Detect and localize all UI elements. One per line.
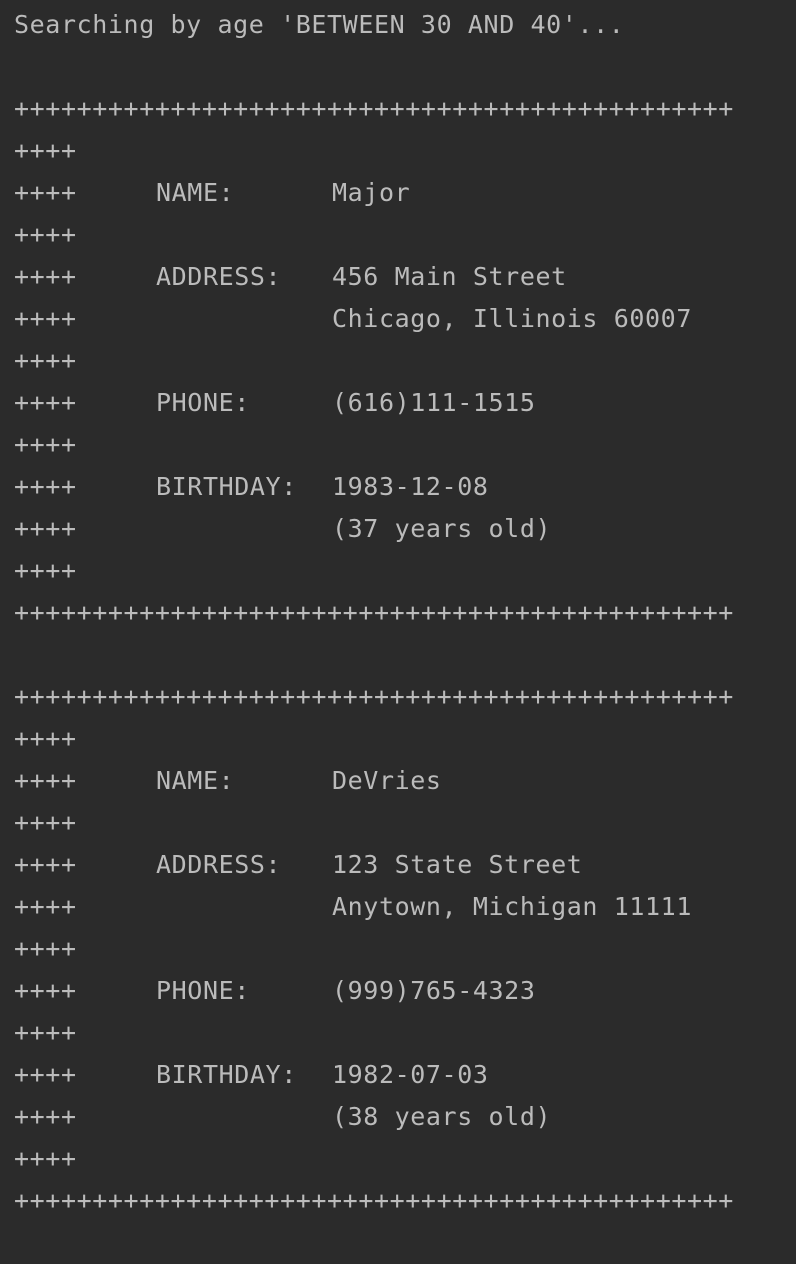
line-prefix: ++++: [14, 262, 77, 291]
phone-value: (999)765-4323: [332, 976, 536, 1005]
line-prefix: ++++: [14, 1144, 77, 1173]
phone-value: (616)111-1515: [332, 388, 536, 417]
address-label: ADDRESS:: [156, 850, 282, 879]
birthday-label: BIRTHDAY:: [156, 1060, 297, 1089]
search-status-line: Searching by age 'BETWEEN 30 AND 40'...: [14, 10, 625, 39]
line-prefix: ++++: [14, 976, 77, 1005]
age-value: (38 years old): [332, 1102, 552, 1131]
name-label: NAME:: [156, 178, 235, 207]
name-label: NAME:: [156, 766, 235, 795]
record-address-line2: ++++ Anytown, Michigan 11111: [14, 886, 691, 928]
record-border-bottom: ++++++++++++++++++++++++++++++++++++++++…: [14, 1186, 734, 1215]
line-prefix: ++++: [14, 1102, 77, 1131]
line-prefix: ++++: [14, 1018, 77, 1047]
phone-label: PHONE:: [156, 976, 250, 1005]
line-prefix: ++++: [14, 514, 77, 543]
phone-label: PHONE:: [156, 388, 250, 417]
line-prefix: ++++: [14, 178, 77, 207]
line-prefix: ++++: [14, 556, 77, 585]
address-line1-value: 456 Main Street: [332, 262, 567, 291]
record-age-line: ++++ (38 years old): [14, 1096, 551, 1138]
name-value: Major: [332, 178, 411, 207]
record-phone-line: ++++ PHONE: (616)111-1515: [14, 382, 535, 424]
address-line2-value: Anytown, Michigan 11111: [332, 892, 692, 921]
address-line2-value: Chicago, Illinois 60007: [332, 304, 692, 333]
record-name-line: ++++ NAME: DeVries: [14, 760, 441, 802]
record-address-line: ++++ ADDRESS: 456 Main Street: [14, 256, 566, 298]
record-address-line2: ++++ Chicago, Illinois 60007: [14, 298, 691, 340]
age-value: (37 years old): [332, 514, 552, 543]
record-name-line: ++++ NAME: Major: [14, 172, 410, 214]
record-address-line: ++++ ADDRESS: 123 State Street: [14, 844, 582, 886]
line-prefix: ++++: [14, 766, 77, 795]
line-prefix: ++++: [14, 388, 77, 417]
address-label: ADDRESS:: [156, 262, 282, 291]
line-prefix: ++++: [14, 304, 77, 333]
line-prefix: ++++: [14, 808, 77, 837]
console-output[interactable]: Searching by age 'BETWEEN 30 AND 40'... …: [0, 0, 796, 1232]
line-prefix: ++++: [14, 220, 77, 249]
record-birthday-line: ++++ BIRTHDAY: 1982-07-03: [14, 1054, 488, 1096]
line-prefix: ++++: [14, 892, 77, 921]
line-prefix: ++++: [14, 472, 77, 501]
address-line1-value: 123 State Street: [332, 850, 583, 879]
line-prefix: ++++: [14, 1060, 77, 1089]
birthday-label: BIRTHDAY:: [156, 472, 297, 501]
line-prefix: ++++: [14, 430, 77, 459]
line-prefix: ++++: [14, 346, 77, 375]
record-age-line: ++++ (37 years old): [14, 508, 551, 550]
name-value: DeVries: [332, 766, 442, 795]
line-prefix: ++++: [14, 136, 77, 165]
record-border-top: ++++++++++++++++++++++++++++++++++++++++…: [14, 682, 734, 711]
record-border-bottom: ++++++++++++++++++++++++++++++++++++++++…: [14, 598, 734, 627]
record-border-top: ++++++++++++++++++++++++++++++++++++++++…: [14, 94, 734, 123]
record-birthday-line: ++++ BIRTHDAY: 1983-12-08: [14, 466, 488, 508]
record-phone-line: ++++ PHONE: (999)765-4323: [14, 970, 535, 1012]
line-prefix: ++++: [14, 934, 77, 963]
birthday-value: 1983-12-08: [332, 472, 489, 501]
line-prefix: ++++: [14, 724, 77, 753]
birthday-value: 1982-07-03: [332, 1060, 489, 1089]
line-prefix: ++++: [14, 850, 77, 879]
